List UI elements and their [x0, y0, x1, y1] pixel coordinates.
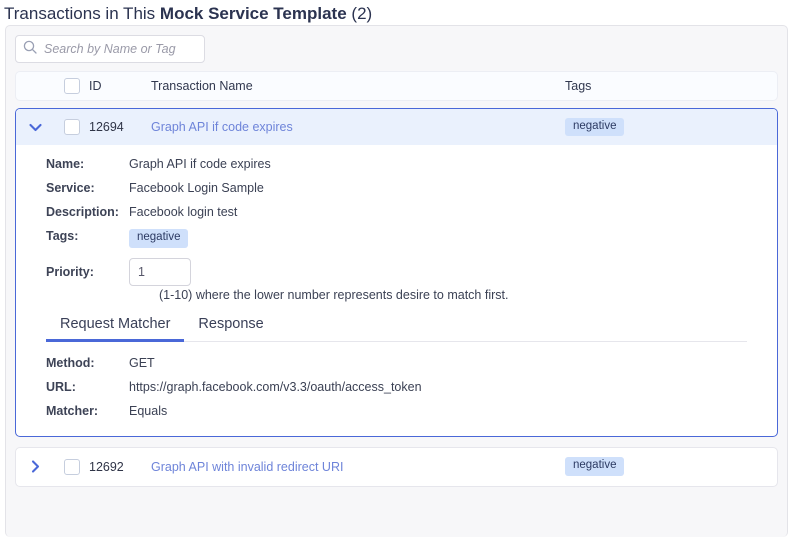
- status-badge: negative: [565, 457, 625, 476]
- search-icon: [23, 40, 42, 59]
- detail-service-label: Service:: [46, 181, 95, 195]
- tab-response[interactable]: Response: [184, 316, 277, 342]
- matcher-type-label: Matcher:: [46, 403, 99, 418]
- matcher-method-value: GET: [129, 355, 155, 370]
- matcher-url-row: URL: https://graph.facebook.com/v3.3/oau…: [16, 380, 777, 394]
- detail-name-label: Name:: [46, 157, 85, 171]
- page-title-count: (2): [346, 4, 373, 23]
- page-title-template-name: Mock Service Template: [159, 4, 347, 23]
- detail-description-label: Description:: [46, 205, 119, 219]
- detail-description-value: Facebook login test: [129, 205, 238, 219]
- select-all-checkbox-cell[interactable]: [55, 78, 89, 94]
- detail-tags-value: negative: [129, 229, 189, 248]
- transaction-detail-body: Name: Graph API if code expires Service:…: [16, 145, 777, 436]
- priority-hint-text: (1-10) where the lower number represents…: [159, 287, 509, 302]
- transactions-panel: ID Transaction Name Tags 12694 Graph API…: [5, 25, 788, 537]
- matcher-type-value: Equals: [129, 403, 168, 418]
- detail-tags-row: Tags: negative: [16, 229, 777, 248]
- row-tags-cell: negative: [565, 457, 777, 476]
- detail-name-value: Graph API if code expires: [129, 157, 271, 171]
- tab-request-matcher[interactable]: Request Matcher: [46, 316, 185, 342]
- detail-description-row: Description: Facebook login test: [16, 205, 777, 219]
- chevron-down-icon[interactable]: [16, 119, 55, 136]
- detail-priority-row: Priority:: [16, 257, 777, 286]
- select-all-checkbox[interactable]: [64, 78, 80, 94]
- status-badge: negative: [565, 117, 625, 137]
- transaction-row-header[interactable]: 12694 Graph API if code expires negative: [16, 109, 777, 145]
- row-checkbox[interactable]: [64, 458, 80, 475]
- transaction-row-expanded: 12694 Graph API if code expires negative…: [15, 108, 778, 437]
- row-name-link[interactable]: Graph API with invalid redirect URI: [151, 460, 343, 474]
- table-header-row: ID Transaction Name Tags: [15, 71, 778, 101]
- matcher-method-row: Method: GET: [16, 356, 777, 370]
- row-name-cell: Graph API if code expires: [151, 120, 565, 134]
- matcher-method-label: Method:: [46, 355, 95, 370]
- detail-service-value: Facebook Login Sample: [129, 181, 264, 195]
- chevron-right-icon[interactable]: [16, 458, 55, 475]
- matcher-type-row: Matcher: Equals: [16, 404, 777, 418]
- row-id: 12694: [89, 120, 124, 134]
- detail-name-row: Name: Graph API if code expires: [16, 157, 777, 171]
- page-title: Transactions in This Mock Service Templa…: [0, 0, 793, 25]
- request-matcher-panel: Method: GET URL: https://graph.facebook.…: [16, 342, 777, 436]
- detail-tags-label: Tags:: [46, 229, 79, 243]
- priority-input[interactable]: [129, 257, 191, 286]
- search-input[interactable]: [42, 36, 197, 62]
- row-tags-cell: negative: [565, 117, 777, 137]
- row-checkbox-cell[interactable]: [55, 458, 89, 475]
- detail-tabs: Request Matcher Response: [46, 311, 747, 342]
- header-id: ID: [89, 79, 102, 93]
- detail-priority-label: Priority:: [46, 264, 94, 279]
- row-checkbox-cell[interactable]: [55, 119, 89, 135]
- detail-priority-value: [129, 257, 191, 286]
- matcher-url-value: https://graph.facebook.com/v3.3/oauth/ac…: [129, 379, 422, 394]
- header-tags: Tags: [565, 79, 592, 93]
- page-title-prefix: Transactions in This: [4, 4, 160, 23]
- row-name-link[interactable]: Graph API if code expires: [151, 120, 293, 134]
- matcher-url-label: URL:: [46, 379, 76, 394]
- detail-service-row: Service: Facebook Login Sample: [16, 181, 777, 195]
- detail-tag-badge: negative: [129, 229, 189, 248]
- row-id: 12692: [89, 459, 124, 474]
- transaction-row-collapsed[interactable]: 12692 Graph API with invalid redirect UR…: [15, 446, 778, 487]
- row-checkbox[interactable]: [64, 119, 80, 135]
- row-name-cell: Graph API with invalid redirect URI: [151, 460, 565, 474]
- search-box[interactable]: [15, 35, 205, 63]
- header-transaction-name: Transaction Name: [151, 79, 253, 93]
